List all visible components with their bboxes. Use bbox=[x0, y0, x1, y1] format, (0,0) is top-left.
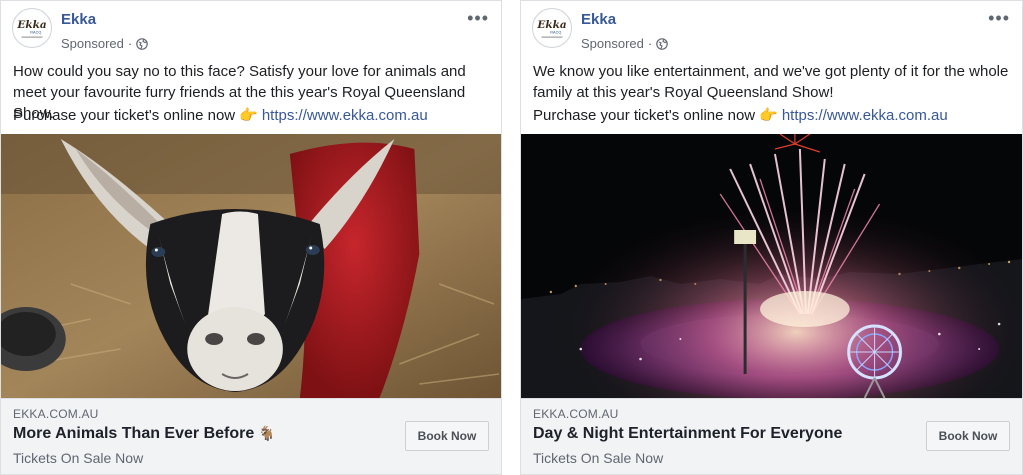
page-name-link[interactable]: Ekka bbox=[581, 11, 616, 28]
ad-link-footer[interactable]: EKKA.COM.AU More Animals Than Ever Befor… bbox=[1, 398, 501, 474]
sponsored-separator: · bbox=[647, 36, 653, 51]
sponsored-text[interactable]: Sponsored bbox=[61, 36, 124, 51]
page-name-link[interactable]: Ekka bbox=[61, 11, 96, 28]
logo-sub: RACQ bbox=[550, 31, 561, 35]
globe-icon bbox=[656, 37, 669, 50]
ekka-logo: Ekka RACQ bbox=[13, 9, 51, 47]
sponsored-text[interactable]: Sponsored bbox=[581, 36, 644, 51]
purchase-text: Purchase your ticket's online now bbox=[533, 107, 756, 124]
logo-text: Ekka bbox=[536, 19, 566, 31]
ad-link[interactable]: https://www.ekka.com.au bbox=[782, 107, 948, 124]
sponsored-label: Sponsored · bbox=[581, 36, 669, 51]
ad-subline: Tickets On Sale Now bbox=[533, 450, 664, 466]
link-domain: EKKA.COM.AU bbox=[13, 407, 99, 421]
ad-headline: More Animals Than Ever Before 🐐 bbox=[13, 425, 276, 443]
purchase-text: Purchase your ticket's online now bbox=[13, 107, 236, 124]
page-avatar[interactable]: Ekka RACQ bbox=[12, 8, 52, 48]
more-options-icon[interactable]: ••• bbox=[988, 9, 1010, 27]
goat-emoji-icon: 🐐 bbox=[258, 425, 276, 441]
ad-subline: Tickets On Sale Now bbox=[13, 450, 144, 466]
logo-sub: RACQ bbox=[30, 31, 41, 35]
more-options-icon[interactable]: ••• bbox=[467, 9, 489, 27]
pointing-hand-icon: 👉 bbox=[239, 107, 258, 124]
ad-image-fireworks[interactable] bbox=[521, 134, 1022, 398]
ekka-logo: Ekka RACQ bbox=[533, 9, 571, 47]
headline-text: Day & Night Entertainment For Everyone bbox=[533, 425, 843, 442]
page-avatar[interactable]: Ekka RACQ bbox=[532, 8, 572, 48]
ad-purchase-line: Purchase your ticket's online now 👉 https:… bbox=[533, 105, 1010, 126]
sponsored-separator: · bbox=[127, 36, 133, 51]
ad-header: Ekka RACQ Ekka Sponsored · ••• bbox=[1, 1, 501, 57]
book-now-button[interactable]: Book Now bbox=[405, 421, 489, 451]
sponsored-label: Sponsored · bbox=[61, 36, 149, 51]
logo-text: Ekka bbox=[16, 19, 46, 31]
pointing-hand-icon: 👉 bbox=[759, 107, 778, 124]
ad-body-text: We know you like entertainment, and we'v… bbox=[533, 63, 1009, 101]
fireworks-photo bbox=[521, 134, 1022, 398]
ad-link[interactable]: https://www.ekka.com.au bbox=[262, 107, 428, 124]
globe-icon bbox=[136, 37, 149, 50]
headline-text: More Animals Than Ever Before bbox=[13, 425, 255, 442]
ad-feed: Ekka RACQ Ekka Sponsored · ••• How could… bbox=[0, 0, 1023, 475]
goat-photo bbox=[1, 134, 501, 398]
link-domain: EKKA.COM.AU bbox=[533, 407, 619, 421]
ad-purchase-line: Purchase your ticket's online now 👉 https:… bbox=[13, 105, 489, 126]
ad-link-footer[interactable]: EKKA.COM.AU Day & Night Entertainment Fo… bbox=[521, 398, 1022, 474]
sponsored-ad-card: Ekka RACQ Ekka Sponsored · ••• We know y… bbox=[520, 0, 1023, 475]
sponsored-ad-card: Ekka RACQ Ekka Sponsored · ••• How could… bbox=[0, 0, 502, 475]
ad-headline: Day & Night Entertainment For Everyone bbox=[533, 425, 842, 443]
ad-header: Ekka RACQ Ekka Sponsored · ••• bbox=[521, 1, 1022, 57]
book-now-button[interactable]: Book Now bbox=[926, 421, 1010, 451]
ad-image-goat[interactable] bbox=[1, 134, 501, 398]
